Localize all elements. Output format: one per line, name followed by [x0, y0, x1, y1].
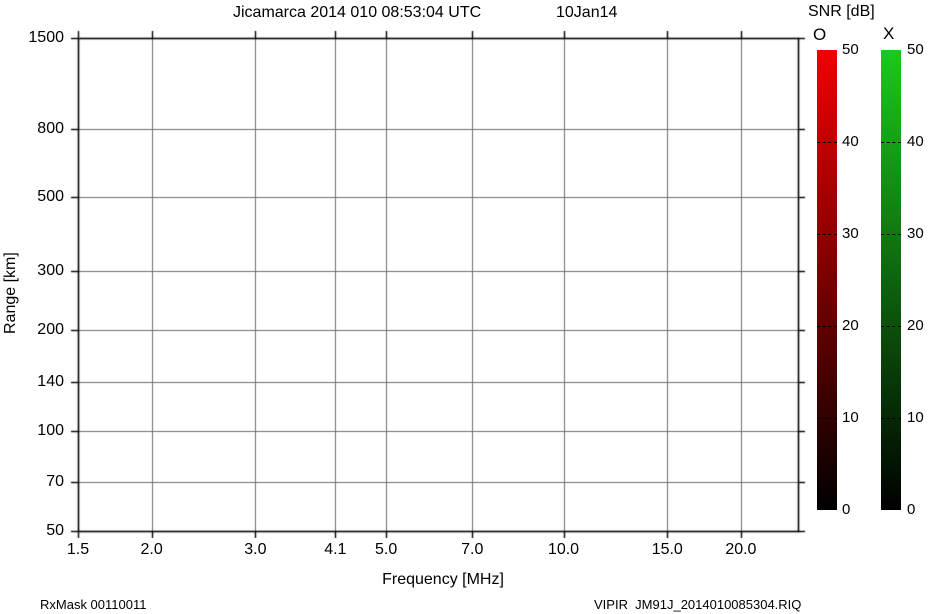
- x-tick-label: 20.0: [725, 541, 757, 558]
- colorbar-tick-label: 20: [907, 317, 924, 334]
- x-tick-label: 5.0: [374, 541, 398, 558]
- colorbar-x-mode-label: X: [883, 24, 895, 43]
- footer-rxmask: RxMask 00110011: [40, 597, 147, 612]
- colorbar-tick-label: 50: [907, 41, 924, 58]
- page-date: 10Jan14: [556, 4, 618, 21]
- colorbar-x-gradient: [881, 50, 901, 510]
- ionogram-plot-canvas: [0, 0, 932, 614]
- x-tick-label: 4.1: [324, 541, 347, 558]
- y-tick-label: 1500: [28, 29, 64, 46]
- y-tick-label: 800: [37, 120, 64, 138]
- colorbar-tick-label: 20: [842, 317, 859, 334]
- colorbar-tick-mark: [881, 326, 901, 327]
- colorbar-tick-label: 30: [842, 225, 859, 242]
- colorbar-tick-label: 0: [842, 501, 851, 518]
- y-tick-label: 200: [37, 321, 64, 339]
- y-tick-label: 300: [37, 262, 64, 280]
- colorbar-title: SNR [dB]: [808, 3, 875, 20]
- y-tick-label: 100: [37, 421, 64, 439]
- colorbar-tick-label: 30: [907, 225, 924, 242]
- colorbar-tick-mark: [817, 234, 837, 235]
- x-axis-title: Frequency [MHz]: [382, 571, 504, 588]
- x-tick-label: 1.5: [66, 541, 90, 558]
- colorbar-tick-mark: [817, 142, 837, 143]
- y-tick-label: 500: [37, 188, 64, 206]
- colorbar-o-mode-label: O: [813, 25, 827, 44]
- y-tick-label: 50: [46, 522, 64, 539]
- colorbar-tick-label: 40: [907, 133, 924, 150]
- colorbar-tick-mark: [817, 418, 837, 419]
- colorbar-tick-label: 10: [842, 409, 859, 426]
- colorbar-tick-label: 0: [907, 501, 916, 518]
- colorbar-tick-label: 40: [842, 133, 859, 150]
- footer-filename: VIPIR JM91J_2014010085304.RIQ: [594, 597, 802, 612]
- y-tick-label: 70: [46, 473, 64, 491]
- colorbar-o-gradient: [817, 50, 837, 510]
- x-tick-label: 7.0: [461, 541, 484, 558]
- x-tick-label: 3.0: [244, 541, 267, 558]
- colorbar-tick-mark: [817, 326, 837, 327]
- y-tick-label: 140: [37, 372, 64, 390]
- x-tick-label: 10.0: [547, 541, 580, 558]
- colorbar-tick-mark: [881, 234, 901, 235]
- colorbar-tick-label: 50: [842, 41, 859, 58]
- x-tick-label: 15.0: [651, 541, 683, 558]
- x-tick-label: 2.0: [140, 541, 163, 558]
- colorbar-tick-label: 10: [907, 409, 924, 426]
- ionogram-page: Jicamarca 2014 010 08:53:04 UTC 10Jan14 …: [0, 0, 932, 614]
- colorbar-tick-mark: [881, 142, 901, 143]
- page-title: Jicamarca 2014 010 08:53:04 UTC: [233, 4, 482, 21]
- colorbar-tick-mark: [881, 418, 901, 419]
